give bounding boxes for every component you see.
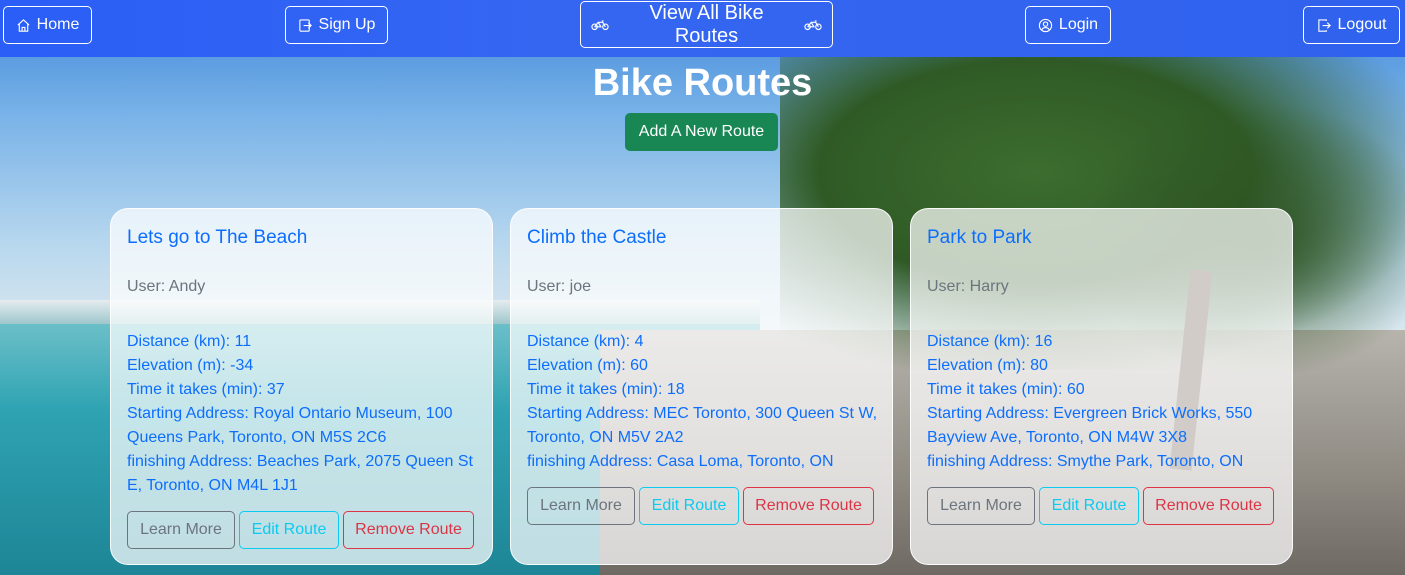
route-time: Time it takes (min): 60: [927, 381, 1085, 398]
view-all-routes-button[interactable]: View All Bike Routes: [580, 1, 833, 48]
remove-route-button[interactable]: Remove Route: [343, 511, 474, 549]
learn-more-button[interactable]: Learn More: [927, 487, 1035, 525]
navbar: Home Sign Up View All Bike Routes Login …: [0, 0, 1405, 57]
user-circle-icon: [1038, 18, 1053, 32]
route-time: Time it takes (min): 18: [527, 381, 685, 398]
route-card: Park to Park User: Harry Distance (km): …: [910, 208, 1293, 565]
remove-route-button[interactable]: Remove Route: [1143, 487, 1274, 525]
house-icon: [17, 18, 30, 32]
edit-route-button[interactable]: Edit Route: [239, 511, 339, 549]
bicycle-icon: [591, 19, 609, 30]
route-finish-address: finishing Address: Smythe Park, Toronto,…: [927, 453, 1244, 470]
route-distance: Distance (km): 11: [127, 333, 252, 350]
logout-button[interactable]: Logout: [1303, 6, 1400, 44]
learn-more-button[interactable]: Learn More: [127, 511, 235, 549]
page-title: Bike Routes: [592, 62, 813, 104]
route-actions: Learn More Edit Route Remove Route: [527, 487, 874, 525]
bicycle-icon: [804, 19, 822, 30]
route-title: Climb the Castle: [527, 227, 667, 248]
route-start-address: Starting Address: Royal Ontario Museum, …: [127, 405, 453, 446]
route-time: Time it takes (min): 37: [127, 381, 285, 398]
home-label: Home: [36, 16, 80, 33]
edit-route-button[interactable]: Edit Route: [1039, 487, 1139, 525]
signup-label: Sign Up: [318, 16, 376, 33]
logout-label: Logout: [1337, 16, 1387, 33]
route-user: User: Harry: [927, 278, 1009, 295]
route-details: Distance (km): 16 Elevation (m): 80 Time…: [927, 330, 1279, 474]
route-elevation: Elevation (m): -34: [127, 357, 254, 374]
route-distance: Distance (km): 4: [527, 333, 644, 350]
route-actions: Learn More Edit Route Remove Route: [127, 511, 474, 549]
route-actions: Learn More Edit Route Remove Route: [927, 487, 1274, 525]
logout-icon: [1317, 18, 1331, 32]
learn-more-button[interactable]: Learn More: [527, 487, 635, 525]
route-distance: Distance (km): 16: [927, 333, 1053, 350]
remove-route-button[interactable]: Remove Route: [743, 487, 874, 525]
signup-button[interactable]: Sign Up: [285, 6, 388, 44]
route-title: Park to Park: [927, 227, 1032, 248]
route-title: Lets go to The Beach: [127, 227, 308, 248]
edit-route-button[interactable]: Edit Route: [639, 487, 739, 525]
route-finish-address: finishing Address: Casa Loma, Toronto, O…: [527, 453, 834, 470]
home-button[interactable]: Home: [3, 6, 92, 44]
route-user: User: Andy: [127, 278, 206, 295]
route-details: Distance (km): 4 Elevation (m): 60 Time …: [527, 330, 879, 474]
route-card: Climb the Castle User: joe Distance (km)…: [510, 208, 893, 565]
route-finish-address: finishing Address: Beaches Park, 2075 Qu…: [127, 453, 473, 494]
view-all-routes-label: View All Bike Routes: [649, 1, 764, 47]
route-start-address: Starting Address: Evergreen Brick Works,…: [927, 405, 1253, 446]
login-button[interactable]: Login: [1025, 6, 1111, 44]
route-details: Distance (km): 11 Elevation (m): -34 Tim…: [127, 330, 479, 498]
login-label: Login: [1058, 16, 1099, 33]
route-card: Lets go to The Beach User: Andy Distance…: [110, 208, 493, 565]
add-route-button[interactable]: Add A New Route: [625, 113, 778, 151]
route-start-address: Starting Address: MEC Toronto, 300 Queen…: [527, 405, 878, 446]
route-elevation: Elevation (m): 60: [527, 357, 648, 374]
route-elevation: Elevation (m): 80: [927, 357, 1048, 374]
route-user: User: joe: [527, 278, 592, 295]
signup-icon: [298, 18, 312, 32]
